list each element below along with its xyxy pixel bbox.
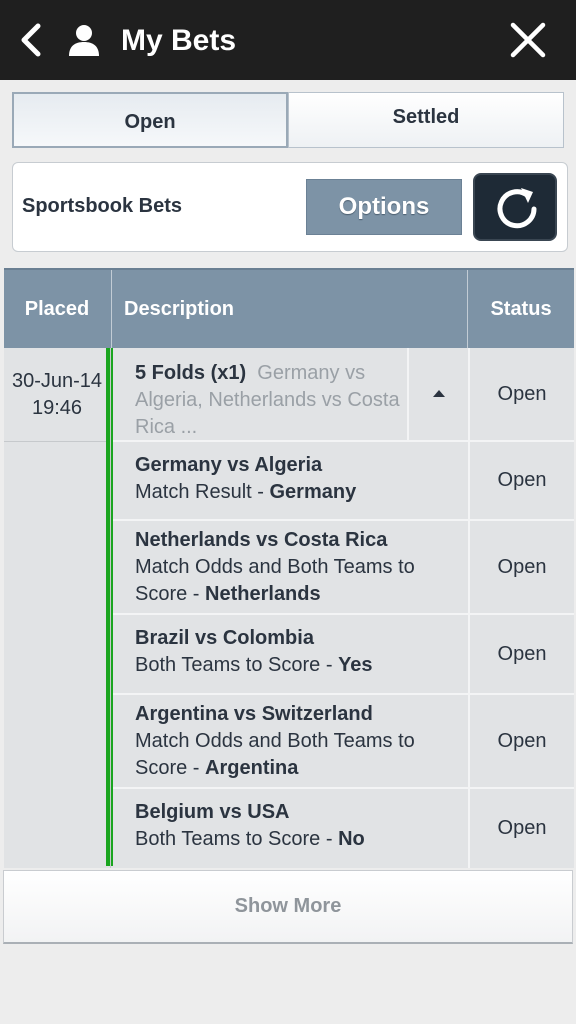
selection-market: Match Result -: [135, 481, 270, 503]
selection-row: Belgium vs USA Both Teams to Score - No …: [113, 789, 574, 868]
selection-match: Belgium vs USA: [135, 801, 290, 823]
selection-match: Brazil vs Colombia: [135, 627, 314, 649]
bet-summary-row[interactable]: 5 Folds (x1) Germany vs Algeria, Netherl…: [113, 348, 574, 442]
selection-row: Netherlands vs Costa Rica Match Odds and…: [113, 521, 574, 615]
bet-tabs: Open Settled: [12, 92, 564, 148]
selection-market: Both Teams to Score -: [135, 828, 339, 850]
refresh-button[interactable]: [473, 173, 557, 241]
options-button[interactable]: Options: [306, 179, 462, 235]
page-title: My Bets: [121, 24, 237, 57]
status-cell: Open: [468, 695, 574, 787]
back-chevron-icon[interactable]: [14, 20, 46, 60]
bet-summary-title: 5 Folds (x1): [135, 362, 247, 384]
column-header-description: Description: [111, 270, 467, 350]
column-header-placed: Placed: [24, 298, 90, 320]
selection-match: Netherlands vs Costa Rica: [135, 529, 388, 551]
collapse-arrow-icon: [433, 390, 445, 397]
selection-match: Germany vs Algeria: [135, 454, 323, 476]
top-bar: My Bets: [0, 0, 576, 80]
bets-table: Placed Description Status 30-Jun-14 19:4…: [4, 268, 574, 868]
status-cell: Open: [468, 521, 574, 613]
sportsbook-title: Sportsbook Bets: [22, 195, 183, 217]
status-cell: Open: [468, 348, 574, 440]
status-cell: Open: [468, 442, 574, 519]
column-header-status: Status: [467, 270, 574, 350]
sportsbook-bets-panel: Sportsbook Bets Options: [12, 162, 568, 252]
selection-pick: Yes: [338, 654, 373, 676]
placed-cell: 30-Jun-14 19:46: [4, 348, 110, 442]
tab-open[interactable]: Open: [12, 92, 288, 148]
user-icon: [69, 25, 99, 56]
tab-settled[interactable]: Settled: [288, 92, 564, 148]
refresh-icon: [497, 188, 537, 229]
selection-row: Brazil vs Colombia Both Teams to Score -…: [113, 615, 574, 695]
show-more-button[interactable]: Show More: [3, 870, 573, 944]
collapse-toggle[interactable]: [407, 348, 467, 440]
status-cell: Open: [468, 615, 574, 693]
selection-row: Argentina vs Switzerland Match Odds and …: [113, 695, 574, 789]
placed-date: 30-Jun-14: [11, 370, 103, 392]
placed-time: 19:46: [31, 397, 83, 419]
table-body: 30-Jun-14 19:46 5 Folds (x1) Germany vs …: [4, 348, 574, 868]
close-icon[interactable]: [506, 18, 550, 62]
selection-pick: Netherlands: [205, 583, 321, 605]
selection-match: Argentina vs Switzerland: [135, 703, 373, 725]
selection-market: Both Teams to Score -: [135, 654, 339, 676]
selection-row: Germany vs Algeria Match Result - German…: [113, 442, 574, 521]
selection-pick: Argentina: [205, 757, 299, 779]
selection-pick: No: [338, 828, 365, 850]
selection-pick: Germany: [269, 481, 357, 503]
status-cell: Open: [468, 789, 574, 868]
table-header: Placed Description Status: [4, 268, 574, 350]
